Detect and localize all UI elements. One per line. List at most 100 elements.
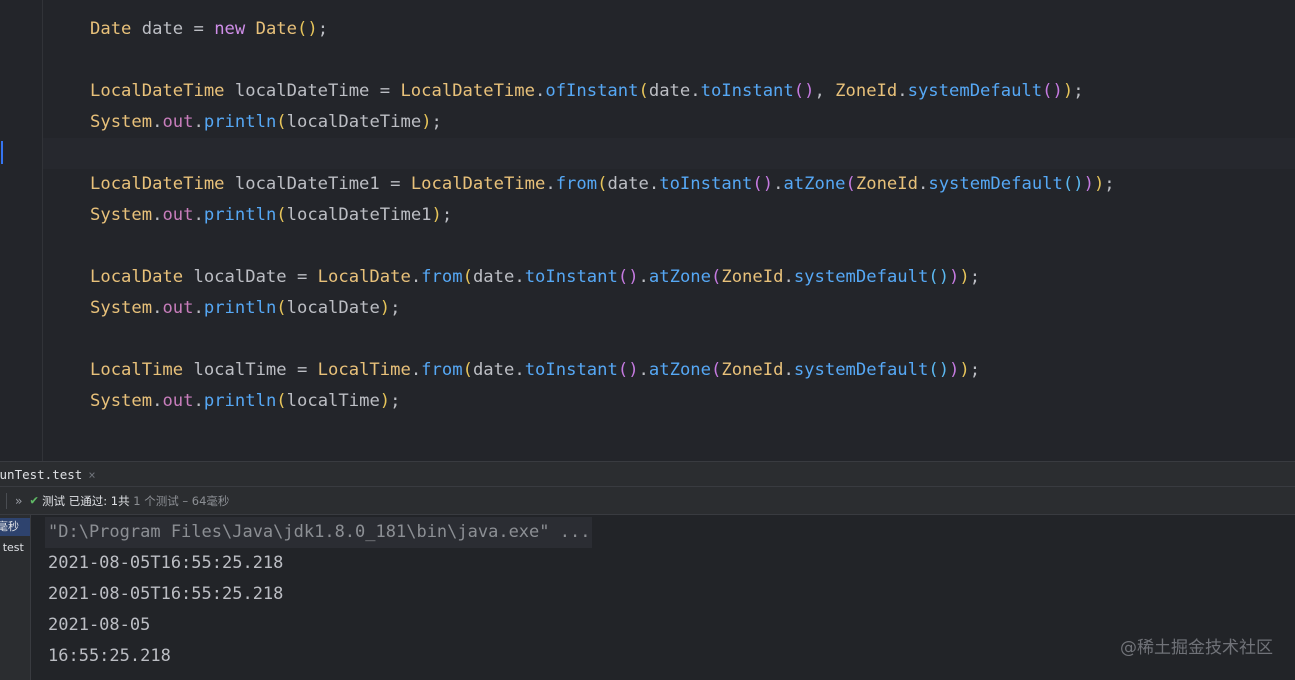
code-token: toInstant [524,360,618,380]
code-token: () [928,360,950,380]
code-token: systemDefault [907,81,1043,101]
blank-code-line[interactable] [90,231,1115,262]
code-token: LocalDateTime [410,174,546,194]
test-tree[interactable]: 4毫秒 ✔ test [0,515,31,680]
code-line[interactable]: System.out.println(localTime); [90,386,1115,417]
code-token: = [193,19,215,39]
code-content[interactable]: Date date = new Date(); LocalDateTime lo… [90,14,1115,417]
code-editor[interactable]: Date date = new Date(); LocalDateTime lo… [0,0,1295,461]
code-token: atZone [783,174,846,194]
test-status-detail: 1 个测试 – 64毫秒 [133,493,230,508]
code-token: ; [431,112,442,132]
code-token: localDateTime [286,112,422,132]
code-token: ZoneId [835,81,898,101]
blank-code-line[interactable] [90,45,1115,76]
code-token: localDateTime [224,81,380,101]
code-token: ) [959,267,970,287]
code-token: ZoneId [855,174,918,194]
code-token: = [296,267,318,287]
code-token: date [472,267,515,287]
code-token: . [783,267,794,287]
code-token: ; [390,298,401,318]
code-token: ( [276,205,287,225]
code-token: . [152,298,163,318]
code-token: . [690,81,701,101]
code-line[interactable]: LocalTime localTime = LocalTime.from(dat… [90,355,1115,386]
console-output-line: 2021-08-05T16:55:25.218 [48,584,284,604]
code-token: () [617,267,639,287]
code-token: println [203,205,277,225]
console-command-line: "D:\Program Files\Java\jdk1.8.0_181\bin\… [45,517,593,548]
editor-gutter[interactable] [0,0,43,461]
code-token: date [648,81,691,101]
code-token: ; [441,205,453,225]
code-token: out [162,298,194,318]
code-token: date [131,19,194,39]
code-token: ( [597,174,608,194]
code-token: localDateTime1 [224,174,391,194]
code-token: localTime [183,360,297,380]
code-token: ( [711,360,722,380]
code-token: toInstant [524,267,618,287]
code-token: ) [1093,174,1105,194]
expand-icon[interactable]: » [15,494,22,508]
close-icon[interactable]: × [88,468,95,482]
blank-code-line[interactable] [90,324,1115,355]
tree-item-root-label: 4毫秒 [0,520,19,533]
code-token: () [1062,174,1084,194]
code-token: . [773,174,784,194]
tree-item-test[interactable]: ✔ test [0,539,24,557]
run-tool-window: FunTest.test × » ✔ 测试 已通过: 1共 1 个测试 – 64… [0,461,1295,680]
code-line[interactable]: System.out.println(localDateTime); [90,107,1115,138]
code-token: LocalDateTime [90,81,225,101]
code-token: . [152,205,163,225]
code-token: LocalDateTime [400,81,535,101]
code-token: ) [949,267,960,287]
console-output-line: 16:55:25.218 [48,646,171,666]
tree-item-root[interactable]: 4毫秒 [0,518,30,536]
code-token: . [638,267,649,287]
code-token: atZone [648,360,711,380]
code-token: ; [1073,81,1084,101]
code-token: localTime [286,391,380,411]
code-token: Date [255,19,298,39]
code-token: LocalDate [317,267,411,287]
code-token: localDateTime1 [286,205,432,225]
code-token: ; [390,391,401,411]
code-line[interactable]: Date date = new Date(); [90,14,1115,45]
code-line[interactable]: System.out.println(localDate); [90,293,1115,324]
blank-code-line[interactable] [90,138,1115,169]
code-token: ) [1062,81,1074,101]
code-token: . [193,205,204,225]
code-token: systemDefault [793,360,929,380]
toolbar-separator [6,492,7,509]
console-output[interactable]: "D:\Program Files\Java\jdk1.8.0_181\bin\… [31,515,1295,680]
code-token: println [203,298,277,318]
code-token: . [410,267,422,287]
code-token: systemDefault [928,174,1063,194]
watermark: @稀土掘金技术社区 [1120,638,1273,658]
code-token: , [814,81,836,101]
code-token: System [90,112,153,132]
code-token: . [648,174,660,194]
code-token: ) [959,360,970,380]
code-token: from [421,360,463,380]
console-output-line: 2021-08-05T16:55:25.218 [48,553,284,573]
code-token: ZoneId [721,360,784,380]
code-token: ( [276,391,287,411]
code-line[interactable]: LocalDateTime localDateTime = LocalDateT… [90,76,1115,107]
code-token: . [152,391,163,411]
code-line[interactable]: LocalDate localDate = LocalDate.from(dat… [90,262,1115,293]
code-token: out [162,205,194,225]
code-token: date [472,360,515,380]
code-token: ) [379,298,391,318]
code-token: ( [711,267,722,287]
code-token: System [90,391,153,411]
code-token: LocalTime [317,360,411,380]
run-tab-bar: FunTest.test × [0,461,1295,487]
code-line[interactable]: System.out.println(localDateTime1); [90,200,1115,231]
run-tab-funtest[interactable]: FunTest.test × [0,462,102,487]
code-token: System [90,298,153,318]
code-line[interactable]: LocalDateTime localDateTime1 = LocalDate… [90,169,1115,200]
code-token: ) [1083,174,1094,194]
